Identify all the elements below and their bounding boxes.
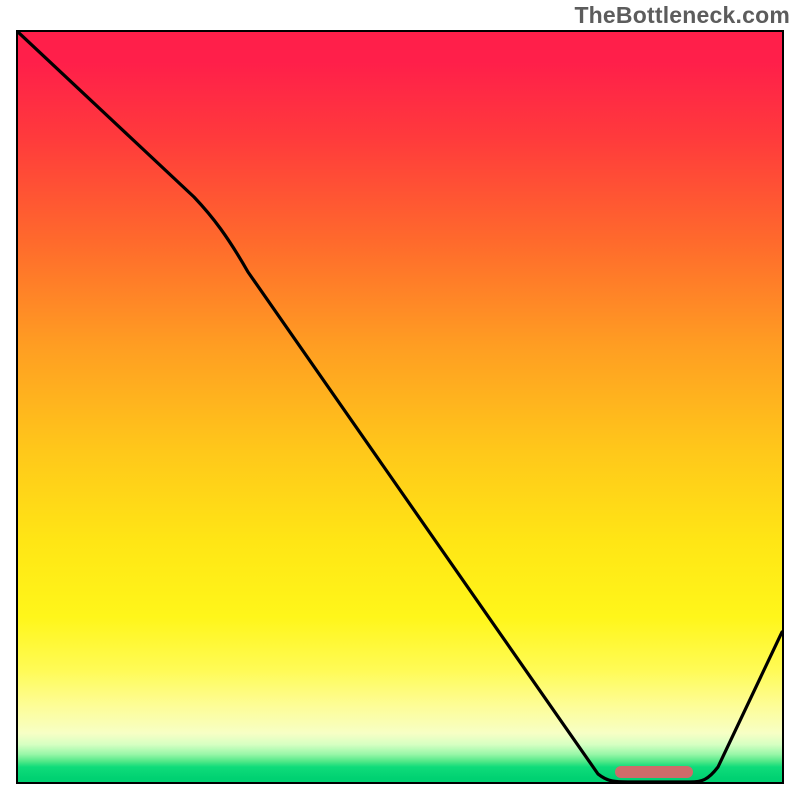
bottleneck-gradient-background: [18, 32, 782, 782]
plot-area: [16, 30, 784, 784]
optimal-range-marker: [615, 766, 693, 778]
chart-container: TheBottleneck.com: [0, 0, 800, 800]
watermark-text: TheBottleneck.com: [574, 2, 790, 29]
